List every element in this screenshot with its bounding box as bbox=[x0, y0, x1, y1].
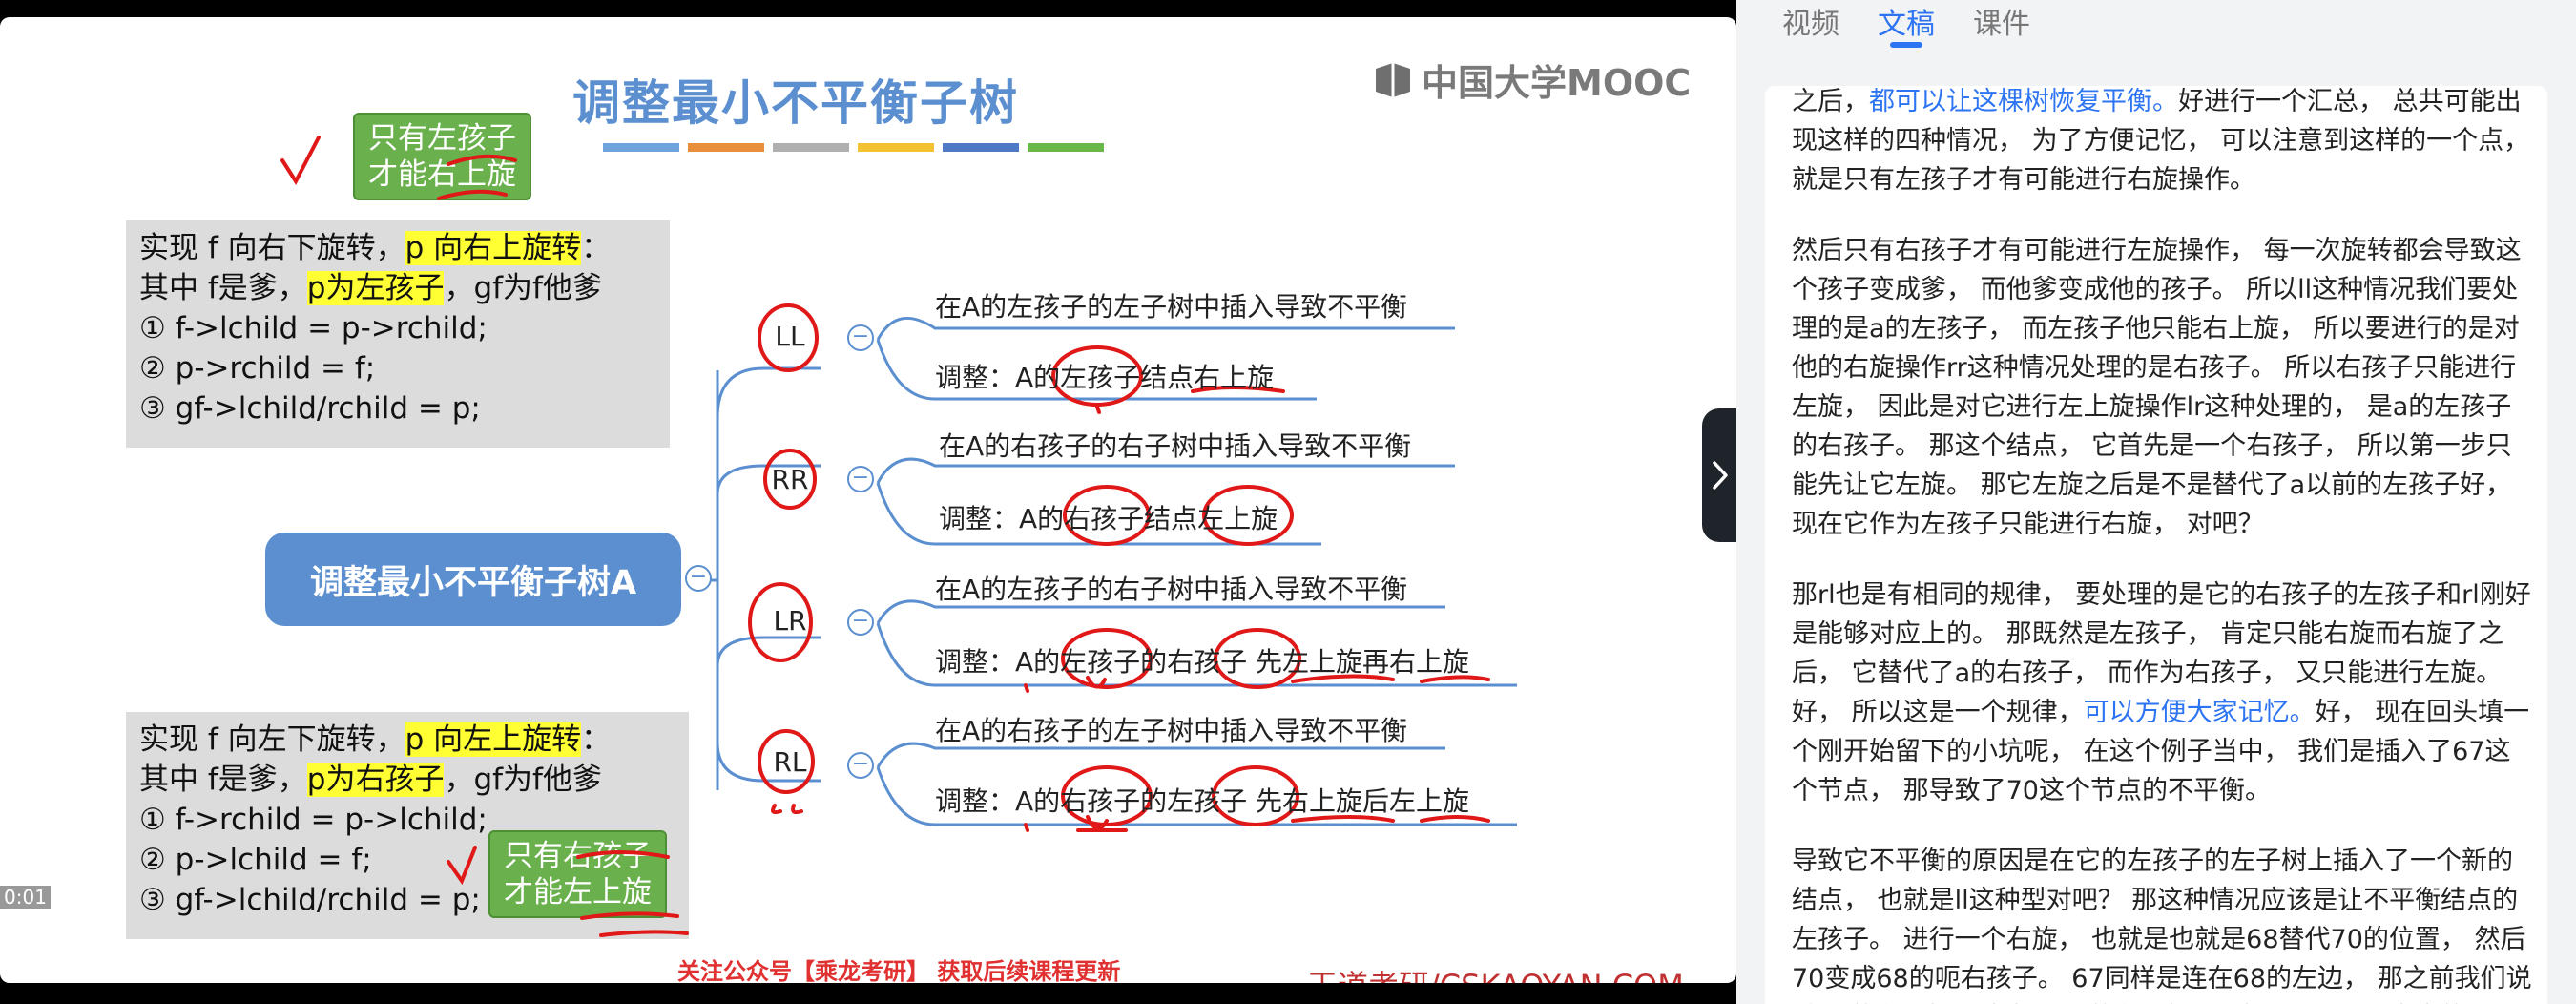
tab-courseware[interactable]: 课件 bbox=[1973, 0, 2030, 57]
transcript-paragraph: 导致它不平衡的原因是在它的左孩子的左子树上插入了一个新的结点， 也就是ll这种型… bbox=[1792, 847, 2532, 1004]
case-cause-ll: 在A的左孩子的左子树中插入导致不平衡 bbox=[935, 291, 1408, 323]
chevron-right-icon bbox=[1713, 461, 1728, 490]
main-topic-node: 调整最小不平衡子树A bbox=[265, 533, 681, 626]
case-fix-rr: 调整：A的右孩子结点左上旋 bbox=[939, 503, 1278, 534]
mindmap-connectors bbox=[280, 136, 1517, 937]
transcript-paragraph: 那rl也是有相同的规律， 要处理的是它的右孩子的左孩子和rl刚好是能够对应上的。… bbox=[1792, 580, 2531, 805]
video-timecode: 0:01 bbox=[0, 886, 51, 909]
tab-video[interactable]: 视频 bbox=[1782, 0, 1839, 57]
case-label-lr: LR bbox=[773, 605, 807, 637]
tab-transcript[interactable]: 文稿 bbox=[1878, 0, 1935, 57]
transcript-paragraph: 之后，都可以让这棵树恢复平衡。好进行一个汇总， 总共可能出现这样的四种情况， 为… bbox=[1792, 87, 2530, 195]
collapse-toggle-main[interactable]: − bbox=[685, 565, 712, 592]
panel-tabs: 视频 文稿 课件 bbox=[1782, 0, 2030, 57]
active-tab-indicator bbox=[1890, 42, 1922, 48]
collapse-toggle-ll[interactable]: − bbox=[847, 324, 874, 351]
slide: 调整最小不平衡子树 中国大学MOOC 只有左孩子 才能右上旋 实现 f 向右下旋… bbox=[0, 17, 1736, 983]
transcript-panel[interactable]: 之后，都可以让这棵树恢复平衡。好进行一个汇总， 总共可能出现这样的四种情况， 为… bbox=[1765, 86, 2547, 1004]
watermark: 王道考研/CSKAOYAN.COM bbox=[1307, 962, 1684, 983]
collapse-toggle-lr[interactable]: − bbox=[847, 609, 874, 636]
case-cause-lr: 在A的左孩子的右子树中插入导致不平衡 bbox=[935, 574, 1408, 605]
footer-note: 关注公众号【乘龙考研】 获取后续课程更新 bbox=[677, 958, 1121, 983]
transcript-link[interactable]: 可以方便大家记忆。 bbox=[2084, 698, 2316, 727]
case-label-rl: RL bbox=[773, 746, 807, 778]
collapse-toggle-rr[interactable]: − bbox=[847, 466, 874, 492]
side-panel: 视频 文稿 课件 之后，都可以让这棵树恢复平衡。好进行一个汇总， 总共可能出现这… bbox=[1736, 0, 2576, 1004]
panel-toggle-button[interactable] bbox=[1702, 408, 1738, 542]
transcript-link[interactable]: 都可以让这棵树恢复平衡。 bbox=[1869, 87, 2178, 116]
case-cause-rr: 在A的右孩子的右子树中插入导致不平衡 bbox=[939, 430, 1412, 462]
case-fix-lr: 调整：A的左孩子的右孩子 先左上旋再右上旋 bbox=[935, 646, 1470, 678]
video-player[interactable]: 调整最小不平衡子树 中国大学MOOC 只有左孩子 才能右上旋 实现 f 向右下旋… bbox=[0, 0, 1736, 1004]
case-fix-ll: 调整：A的左孩子结点右上旋 bbox=[935, 362, 1275, 393]
case-cause-rl: 在A的右孩子的左子树中插入导致不平衡 bbox=[935, 715, 1408, 746]
case-label-ll: LL bbox=[775, 321, 805, 352]
case-fix-rl: 调整：A的右孩子的左孩子 先右上旋后左上旋 bbox=[935, 785, 1470, 817]
transcript-paragraph: 然后只有右孩子才有可能进行左旋操作， 每一次旋转都会导致这个孩子变成爹， 而他爹… bbox=[1792, 236, 2522, 539]
case-label-rr: RR bbox=[771, 464, 809, 495]
collapse-toggle-rl[interactable]: − bbox=[847, 752, 874, 779]
